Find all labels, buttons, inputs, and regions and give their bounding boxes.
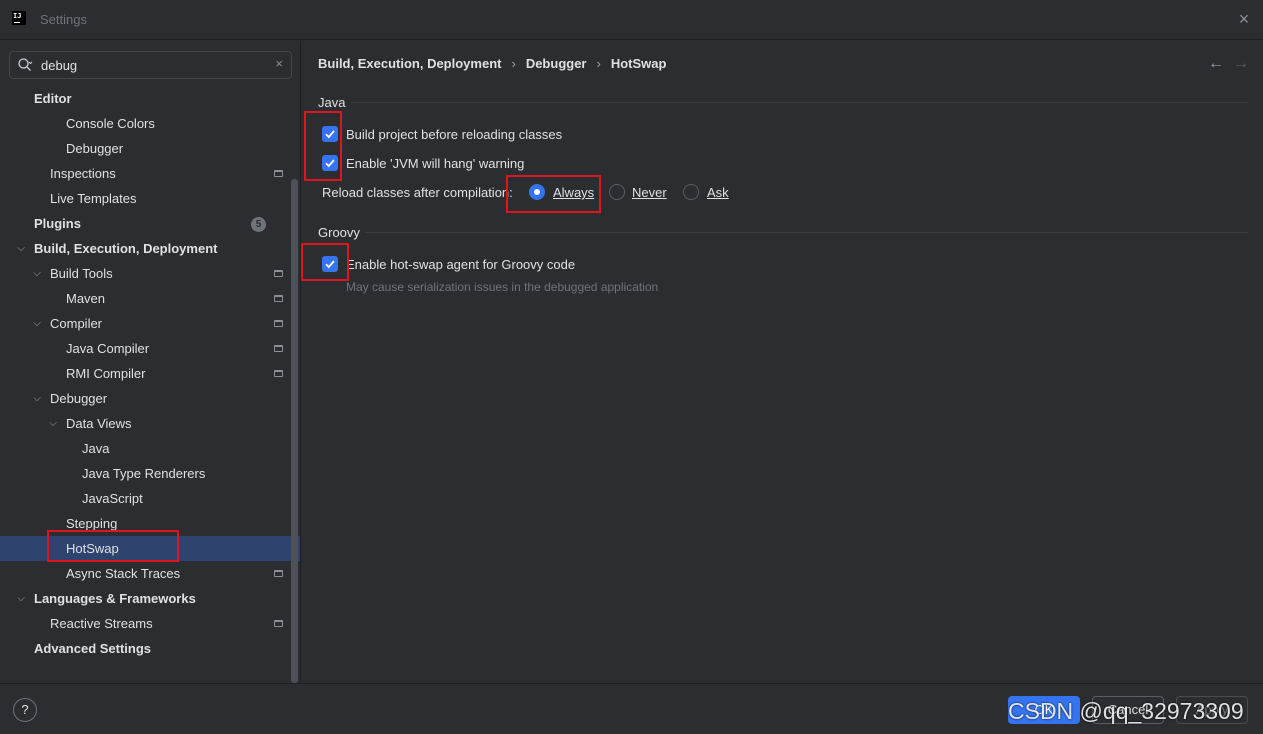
- groovy-hotswap-hint: May cause serialization issues in the de…: [346, 280, 659, 294]
- groovy-hotswap-checkbox[interactable]: [322, 256, 338, 272]
- settings-sidebar: × Editor Console Colors Debugger Inspect…: [0, 41, 300, 683]
- groovy-group-title: Groovy: [318, 225, 360, 240]
- tree-item-plugins[interactable]: Plugins 5: [0, 211, 300, 236]
- checkmark-icon: [325, 159, 335, 168]
- search-icon: [18, 58, 33, 71]
- tree-item-java-type-renderers[interactable]: Java Type Renderers: [0, 461, 300, 486]
- chevron-down-icon[interactable]: ⌵: [31, 386, 43, 411]
- chevron-down-icon[interactable]: ⌵: [15, 586, 27, 611]
- reload-ask-label[interactable]: Ask: [707, 185, 729, 200]
- breadcrumb-item[interactable]: Debugger: [526, 56, 587, 71]
- tree-item-maven[interactable]: Maven: [0, 286, 300, 311]
- tree-item-build-tools[interactable]: ⌵ Build Tools: [0, 261, 300, 286]
- build-before-reload-checkbox[interactable]: [322, 126, 338, 142]
- tree-item-advanced-settings[interactable]: Advanced Settings: [0, 636, 300, 661]
- cancel-button[interactable]: Cancel: [1092, 696, 1164, 724]
- project-scope-icon: [274, 295, 283, 302]
- tree-item-editor[interactable]: Editor: [0, 86, 300, 111]
- tree-item-hotswap[interactable]: HotSwap: [0, 536, 300, 561]
- close-icon[interactable]: ×: [1235, 10, 1253, 28]
- title-bar: IJ Settings ×: [0, 0, 1263, 40]
- tree-item-javascript[interactable]: JavaScript: [0, 486, 300, 511]
- jvm-hang-warning-label: Enable 'JVM will hang' warning: [346, 156, 525, 171]
- tree-item-async-stack-traces[interactable]: Async Stack Traces: [0, 561, 300, 586]
- tree-item-live-templates[interactable]: Live Templates: [0, 186, 300, 211]
- jvm-hang-warning-checkbox[interactable]: [322, 155, 338, 171]
- window-title: Settings: [40, 12, 87, 27]
- tree-item-languages-frameworks[interactable]: ⌵ Languages & Frameworks: [0, 586, 300, 611]
- group-divider: [351, 102, 1248, 103]
- tree-item-build-execution-deployment[interactable]: ⌵ Build, Execution, Deployment: [0, 236, 300, 261]
- group-divider: [365, 232, 1248, 233]
- java-group-title: Java: [318, 95, 346, 110]
- chevron-down-icon[interactable]: ⌵: [15, 236, 27, 261]
- intellij-logo-icon: IJ: [12, 11, 26, 25]
- reload-classes-label: Reload classes after compilation:: [322, 185, 513, 200]
- reload-always-radio[interactable]: [529, 184, 545, 200]
- project-scope-icon: [274, 320, 283, 327]
- chevron-right-icon: ›: [596, 56, 601, 71]
- arrow-left-icon[interactable]: ←: [1208, 55, 1224, 73]
- chevron-down-icon[interactable]: ⌵: [31, 311, 43, 336]
- checkmark-icon: [325, 130, 335, 139]
- tree-item-reactive-streams[interactable]: Reactive Streams: [0, 611, 300, 636]
- tree-item-console-colors[interactable]: Console Colors: [0, 111, 300, 136]
- project-scope-icon: [274, 170, 283, 177]
- reload-never-label[interactable]: Never: [632, 185, 667, 200]
- build-before-reload-label: Build project before reloading classes: [346, 127, 563, 142]
- project-scope-icon: [274, 345, 283, 352]
- tree-item-compiler[interactable]: ⌵ Compiler: [0, 311, 300, 336]
- ok-button[interactable]: OK: [1008, 696, 1080, 724]
- groovy-hotswap-label: Enable hot-swap agent for Groovy code: [346, 257, 576, 272]
- reload-always-label[interactable]: Always: [553, 185, 594, 200]
- chevron-down-icon[interactable]: ⌵: [47, 411, 59, 436]
- breadcrumb-item: HotSwap: [610, 56, 667, 71]
- project-scope-icon: [274, 270, 283, 277]
- sidebar-scrollbar[interactable]: [291, 179, 298, 683]
- settings-content: Build, Execution, Deployment › Debugger › Ho…: [300, 41, 1263, 683]
- settings-search[interactable]: ×: [9, 51, 292, 79]
- tree-item-java-compiler[interactable]: Java Compiler: [0, 336, 300, 361]
- project-scope-icon: [274, 620, 283, 627]
- clear-search-icon[interactable]: ×: [275, 56, 283, 71]
- chevron-right-icon: ›: [511, 56, 516, 71]
- tree-item-java[interactable]: Java: [0, 436, 300, 461]
- tree-item-stepping[interactable]: Stepping: [0, 511, 300, 536]
- tree-item-editor-debugger[interactable]: Debugger: [0, 136, 300, 161]
- project-scope-icon: [274, 570, 283, 577]
- arrow-right-icon[interactable]: →: [1233, 55, 1249, 73]
- breadcrumb-item[interactable]: Build, Execution, Deployment: [318, 56, 501, 71]
- apply-button[interactable]: Apply: [1176, 696, 1248, 724]
- tree-item-data-views[interactable]: ⌵ Data Views: [0, 411, 300, 436]
- breadcrumb: Build, Execution, Deployment › Debugger › Ho…: [318, 56, 666, 71]
- tree-item-rmi-compiler[interactable]: RMI Compiler: [0, 361, 300, 386]
- tree-item-debugger[interactable]: ⌵ Debugger: [0, 386, 300, 411]
- reload-never-radio[interactable]: [609, 184, 625, 200]
- reload-ask-radio[interactable]: [683, 184, 699, 200]
- tree-item-inspections[interactable]: Inspections: [0, 161, 300, 186]
- dialog-footer: ? OK Cancel Apply CSDN @qq_32973309: [0, 683, 1263, 734]
- chevron-down-icon[interactable]: ⌵: [31, 261, 43, 286]
- help-icon[interactable]: ?: [13, 698, 37, 722]
- plugins-update-badge: 5: [251, 217, 266, 232]
- checkmark-icon: [325, 260, 335, 269]
- project-scope-icon: [274, 370, 283, 377]
- search-input[interactable]: [41, 55, 261, 75]
